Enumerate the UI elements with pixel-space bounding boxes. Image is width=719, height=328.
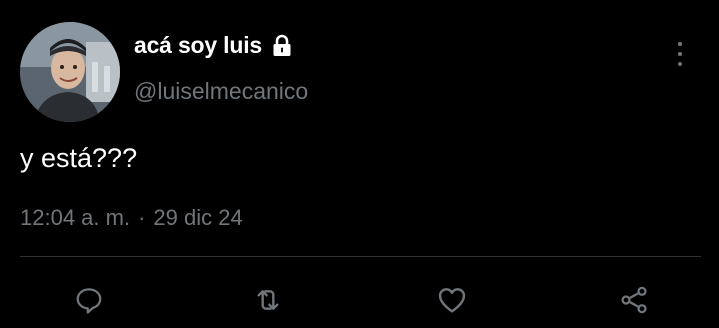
reply-button[interactable] <box>69 280 109 320</box>
more-options-icon[interactable] <box>670 40 690 68</box>
share-button[interactable] <box>614 280 654 320</box>
user-handle[interactable]: @luiselmecanico <box>134 78 308 105</box>
tweet-text: y está??? <box>20 143 138 173</box>
heart-icon <box>438 288 466 313</box>
reply-icon <box>76 288 102 314</box>
display-name[interactable]: acá soy luis <box>134 32 262 59</box>
lock-icon <box>270 34 294 58</box>
tweet-date: 29 dic 24 <box>153 205 243 230</box>
retweet-icon <box>257 290 279 310</box>
divider <box>20 256 701 257</box>
tweet-time: 12:04 a. m. <box>20 205 131 230</box>
avatar[interactable] <box>20 22 120 122</box>
action-bar <box>0 280 719 328</box>
retweet-button[interactable] <box>248 280 288 320</box>
share-icon <box>621 286 647 314</box>
like-button[interactable] <box>432 280 472 320</box>
avatar-photo <box>20 22 120 122</box>
meta-separator: · <box>138 205 146 230</box>
author-name-row: acá soy luis <box>134 32 294 59</box>
tweet: acá soy luis @luiselmecanico y está??? 1… <box>0 0 719 328</box>
tweet-timestamp[interactable]: 12:04 a. m. · 29 dic 24 <box>20 205 243 231</box>
